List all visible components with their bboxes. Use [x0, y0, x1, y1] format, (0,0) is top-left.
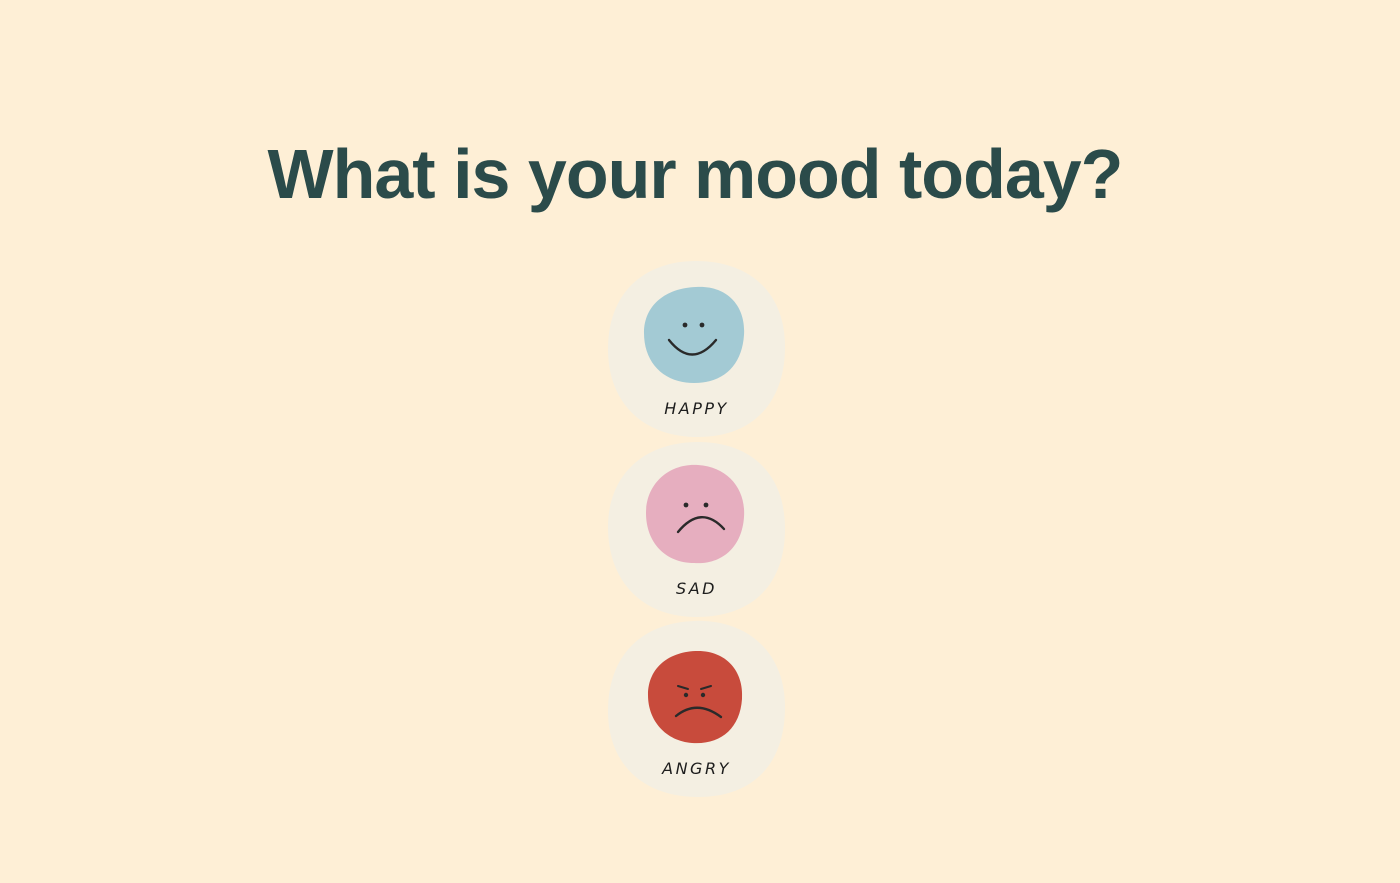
mood-label-sad: SAD	[676, 579, 717, 598]
mood-option-angry[interactable]: ANGRY	[606, 619, 787, 799]
mood-label-angry: ANGRY	[662, 759, 731, 778]
mood-label-happy: HAPPY	[664, 399, 729, 418]
mood-option-sad[interactable]: SAD	[606, 439, 787, 619]
mood-options: HAPPY SAD ANGRY	[606, 259, 787, 799]
happy-face-icon	[644, 286, 745, 383]
page-title: What is your mood today?	[267, 135, 1124, 213]
angry-face-icon	[648, 651, 743, 744]
mood-option-happy[interactable]: HAPPY	[606, 259, 787, 439]
sad-face-icon	[646, 464, 745, 564]
